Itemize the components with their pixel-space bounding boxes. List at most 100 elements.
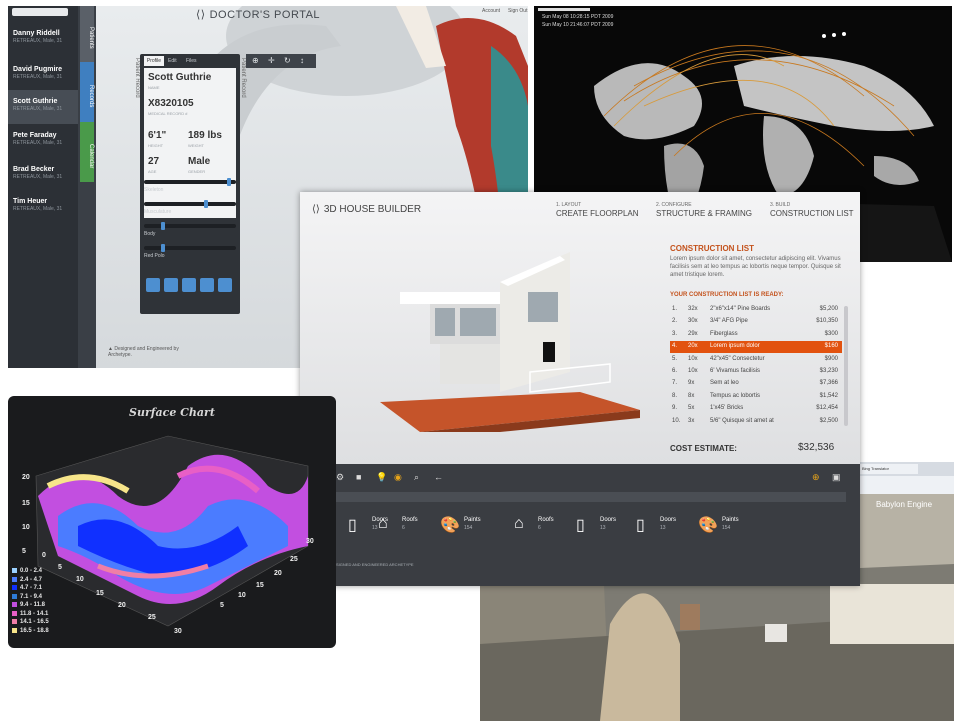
legend-entry: 2.4 - 4.7	[12, 576, 42, 583]
step-configure[interactable]: 2. CONFIGURE STRUCTURE & FRAMING	[656, 202, 752, 218]
construction-item-row[interactable]: 10. 3x 5/6" Quisque sit amet at $2,500	[670, 416, 842, 428]
footer-text: Designed and Engineered by Archetype.	[108, 346, 179, 358]
layer-slider-knob[interactable]	[161, 222, 166, 230]
add-icon[interactable]: ⊕	[812, 472, 820, 483]
step-build[interactable]: 3. BUILD CONSTRUCTION LIST	[770, 202, 854, 218]
item-desc: 1'x45' Bricks	[710, 405, 744, 412]
construction-item-row[interactable]: 9. 5x 1'x45' Bricks $12,454	[670, 403, 842, 415]
profile-gender-caption: GENDER	[188, 169, 206, 174]
patient-item[interactable]: Brad Becker RETREAUX, Male, 31	[13, 166, 62, 180]
patient-item[interactable]: Pete Faraday RETREAUX, Male, 31	[13, 132, 62, 146]
item-price: $1,542	[819, 392, 838, 399]
body-view-button[interactable]	[218, 278, 232, 292]
layer-slider[interactable]	[144, 224, 236, 228]
step-label: STRUCTURE & FRAMING	[656, 209, 752, 218]
item-qty: 10x	[688, 355, 698, 362]
profile-age: 27	[148, 156, 160, 167]
tab-profile[interactable]: Profile	[144, 56, 164, 66]
patient-name: Tim Heuer	[13, 198, 48, 205]
tab-calendar[interactable]: Calendar	[80, 122, 94, 182]
construction-item-row[interactable]: 1. 32x 2"x6"x14" Pine Boards $5,200	[670, 304, 842, 316]
tab-edit[interactable]: Edit	[168, 56, 177, 66]
item-desc: 6' Vivamus facilisis	[710, 368, 761, 374]
item-price: $5,200	[819, 306, 838, 312]
rotate-icon[interactable]: ↻	[284, 56, 291, 65]
z-tick: 15	[22, 500, 30, 507]
category-name: Doors	[600, 517, 617, 523]
layer-slider[interactable]	[144, 202, 236, 206]
profile-age-caption: AGE	[148, 169, 157, 174]
tab-records[interactable]: Records	[80, 62, 94, 122]
patient-detail: RETREAUX, Male, 31	[13, 74, 63, 80]
camera-icon[interactable]: ■	[356, 472, 361, 482]
construction-item-row[interactable]: 3. 29x Fiberglass $300	[670, 329, 842, 341]
construction-item-row[interactable]: 6. 10x 6' Vivamus facilisis $3,230	[670, 366, 842, 378]
skull-view-button[interactable]	[146, 278, 160, 292]
item-qty: 8x	[688, 392, 695, 399]
layer-slider[interactable]	[144, 180, 236, 184]
item-desc: 3/4" AFG Pipe	[710, 318, 748, 325]
item-qty: 10x	[688, 368, 698, 374]
item-price: $2,500	[819, 417, 838, 424]
construction-item-row[interactable]: 5. 10x 42"x45" Consectetur $900	[670, 354, 842, 366]
search-icon[interactable]: ⌕	[414, 472, 419, 483]
settings-icon[interactable]: ⚙	[336, 472, 344, 483]
construction-item-row[interactable]: 4. 20x Lorem ipsum dolor $160	[670, 341, 842, 354]
category-name: Doors	[660, 517, 677, 523]
tab-patients[interactable]: Patients	[80, 6, 94, 62]
eye-icon[interactable]: ◉	[394, 472, 402, 483]
search-input[interactable]	[12, 8, 68, 16]
move-icon[interactable]: ✛	[268, 56, 275, 65]
category-name: Paints	[464, 517, 481, 523]
list-ready-label: YOUR CONSTRUCTION LIST IS READY:	[670, 292, 784, 298]
account-link[interactable]: Account	[482, 8, 500, 14]
browser-tab[interactable]: Bing Translator	[860, 464, 918, 474]
item-qty: 32x	[688, 306, 698, 312]
patient-detail: RETREAUX, Male, 31	[13, 174, 63, 180]
patient-item[interactable]: David Pugmire RETREAUX, Male, 31	[13, 66, 62, 80]
list-title: CONSTRUCTION LIST	[670, 244, 754, 253]
layer-slider-knob[interactable]	[227, 178, 232, 186]
construction-item-row[interactable]: 7. 9x Sem at leo $7,366	[670, 378, 842, 390]
legend-entry: 0.0 - 2.4	[12, 568, 42, 574]
patient-record-label: Patient Record	[134, 58, 140, 98]
item-n: 4.	[672, 343, 678, 350]
house-3d-model[interactable]	[360, 232, 660, 432]
reset-icon[interactable]: ⊕	[252, 56, 259, 65]
cost-value: $32,536	[798, 442, 835, 453]
layer-slider-knob[interactable]	[204, 200, 209, 208]
patient-item[interactable]: Danny Riddell RETREAUX, Male, 31	[13, 30, 62, 44]
layer-slider[interactable]	[144, 246, 236, 250]
legend-label: 7.1 - 9.4	[20, 593, 43, 600]
construction-item-row[interactable]: 2. 30x 3/4" AFG Pipe $10,350	[670, 316, 842, 328]
construction-item-row[interactable]: 8. 8x Tempus ac lobortis $1,542	[670, 391, 842, 403]
legend-label: 4.7 - 7.1	[20, 585, 43, 592]
patient-item-selected[interactable]: Scott Guthrie RETREAUX, Male, 31	[13, 98, 62, 112]
back-arrow-icon[interactable]: ←	[434, 472, 443, 482]
layer-slider-knob[interactable]	[161, 244, 166, 252]
item-desc: Lorem ipsum dolor	[710, 343, 760, 350]
legend-label: 14.1 - 16.5	[20, 619, 49, 626]
step-layout[interactable]: 1. LAYOUT CREATE FLOORPLAN	[556, 202, 639, 218]
item-qty: 29x	[688, 330, 698, 337]
panel-toggle-icon[interactable]: ▣	[832, 472, 841, 483]
light-icon[interactable]: 💡	[376, 472, 387, 483]
category-header-bar	[336, 492, 846, 502]
item-desc: Tempus ac lobortis	[710, 392, 761, 399]
sign-out-link[interactable]: Sign Out	[508, 8, 527, 14]
organ-view-button[interactable]	[182, 278, 196, 292]
heart-view-button[interactable]	[164, 278, 178, 292]
surface-plot[interactable]	[8, 396, 336, 648]
view-toolbar: ⊕ ✛ ↻ ↕	[246, 54, 316, 68]
layer-label: Red Polo	[144, 253, 165, 259]
item-price: $7,366	[819, 380, 838, 387]
zoom-icon[interactable]: ↕	[300, 56, 304, 65]
list-scrollbar[interactable]	[844, 306, 848, 426]
legend-swatch	[12, 619, 17, 624]
patient-name: Brad Becker	[13, 166, 55, 173]
patient-item[interactable]: Tim Heuer RETREAUX, Male, 31	[13, 198, 62, 212]
list-view-button[interactable]	[200, 278, 214, 292]
tab-files[interactable]: Files	[186, 56, 197, 66]
legend-label: 16.5 - 18.8	[20, 627, 49, 634]
app-title: ⟨⟩ 3D HOUSE BUILDER	[312, 204, 421, 215]
